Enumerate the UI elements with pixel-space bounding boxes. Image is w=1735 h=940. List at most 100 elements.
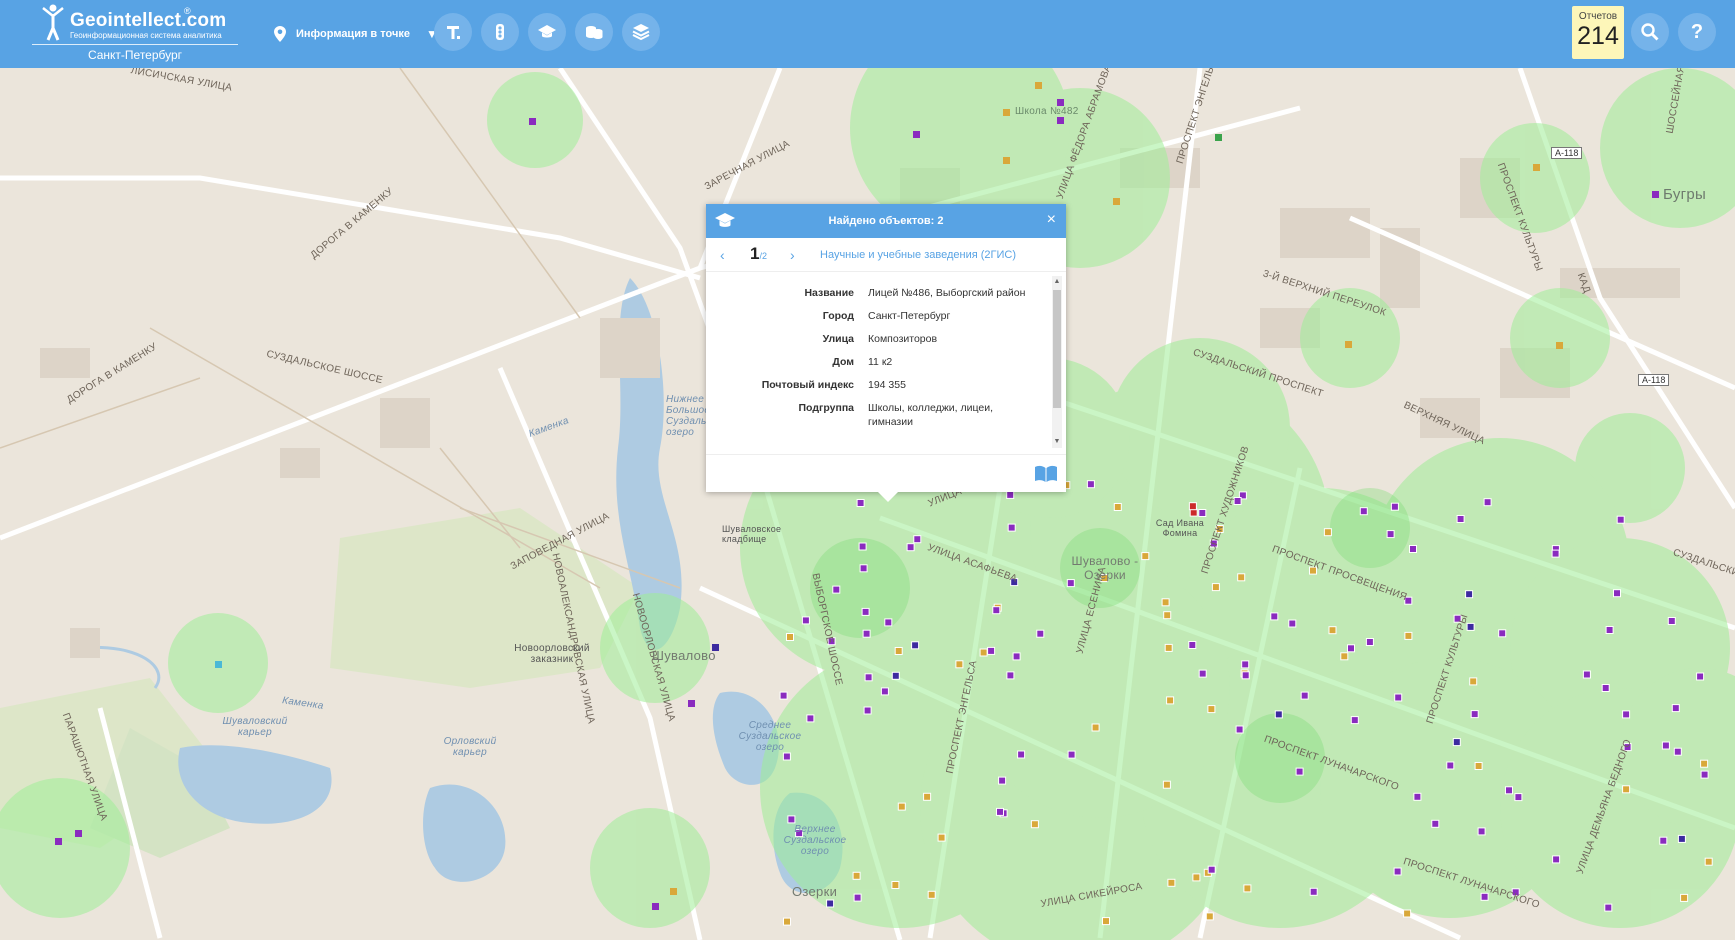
poi-marker[interactable] [786,633,794,641]
reports-counter[interactable]: Отчетов 214 [1572,6,1624,59]
poi-marker[interactable] [894,647,903,655]
poi-marker[interactable] [1091,723,1100,732]
poi-marker[interactable] [1198,669,1207,678]
poi-marker[interactable] [1274,710,1283,719]
poi-marker[interactable] [1622,710,1631,719]
poi-marker[interactable] [1233,497,1242,505]
poi-marker[interactable] [1452,738,1461,747]
poi-marker[interactable] [1514,793,1523,802]
poi-marker[interactable] [1700,770,1709,779]
poi-marker[interactable] [806,714,815,723]
poi-marker[interactable] [1347,644,1355,653]
traffic-button[interactable] [481,13,519,51]
text-tool-button[interactable] [434,13,472,51]
poi-marker[interactable] [1198,509,1207,517]
poi-marker[interactable] [1237,573,1246,582]
poi-marker[interactable] [862,629,871,638]
poi-marker[interactable] [1340,652,1349,661]
poi-marker[interactable] [1295,767,1304,776]
poi-marker[interactable] [927,890,936,899]
poi-marker[interactable] [1288,619,1297,628]
poi-marker[interactable] [1498,629,1507,638]
poi-marker[interactable] [1659,836,1668,845]
poi-marker[interactable] [832,585,841,594]
help-button[interactable]: ? [1678,13,1716,51]
poi-marker[interactable] [779,691,788,700]
poi-marker[interactable] [913,535,922,544]
poi-marker[interactable] [1446,761,1455,770]
city-name[interactable]: Санкт-Петербург [32,48,238,62]
poi-marker[interactable] [1328,626,1337,635]
poi-marker[interactable] [1601,684,1610,692]
poi-marker[interactable] [1431,819,1440,828]
map-canvas[interactable]: Лисичская улица Заречная улица Дорога в … [0,68,1735,940]
poi-marker[interactable] [1167,878,1176,887]
poi-marker[interactable] [1161,598,1170,607]
poi-marker[interactable] [1006,490,1015,499]
poi-marker[interactable] [1605,626,1614,634]
poi-marker[interactable] [1036,629,1045,638]
poi-marker[interactable] [1673,747,1682,756]
poi-marker[interactable] [1661,741,1670,750]
popup-scrollbar[interactable]: ▲ ▼ [1052,276,1062,448]
poi-marker[interactable] [987,646,996,655]
poi-marker[interactable] [1552,855,1561,864]
poi-marker[interactable] [1166,696,1175,705]
poi-marker[interactable] [1582,670,1591,679]
poi-marker[interactable] [1188,502,1197,511]
poi-marker[interactable] [1188,641,1197,649]
finance-button[interactable] [575,13,613,51]
poi-marker[interactable] [955,660,964,669]
poi-marker[interactable] [992,606,1001,615]
poi-marker[interactable] [783,917,791,926]
poi-marker[interactable] [1086,480,1095,489]
poi-marker[interactable] [1386,530,1395,539]
poi-marker[interactable] [801,616,810,625]
poi-marker[interactable] [891,671,900,680]
poi-marker[interactable] [787,815,796,824]
scroll-down-icon[interactable]: ▼ [1052,436,1062,448]
poi-marker[interactable] [1207,705,1216,714]
poi-marker[interactable] [863,706,872,715]
poi-marker[interactable] [979,648,988,657]
poi-marker[interactable] [1696,672,1705,681]
poi-marker[interactable] [1613,589,1621,598]
poi-marker[interactable] [884,618,893,627]
layer-link[interactable]: Научные и учебные заведения (2ГИС) [820,249,1016,261]
poi-marker[interactable] [1700,759,1709,768]
poi-marker[interactable] [852,871,861,880]
poi-marker[interactable] [1409,545,1417,553]
scroll-thumb[interactable] [1053,290,1061,408]
poi-marker[interactable] [1465,590,1474,599]
poi-marker[interactable] [853,893,862,902]
poi-marker[interactable] [1616,515,1625,524]
poi-marker[interactable] [1505,786,1513,795]
poi-marker[interactable] [1270,612,1279,621]
poi-marker[interactable] [1017,750,1026,759]
poi-marker[interactable] [1241,671,1250,680]
poi-marker[interactable] [1113,503,1122,511]
education-button[interactable] [528,13,566,51]
poi-marker[interactable] [1394,693,1403,702]
poi-marker[interactable] [1350,716,1359,725]
poi-marker[interactable] [859,564,868,573]
poi-marker[interactable] [1205,912,1214,921]
poi-marker[interactable] [1403,909,1412,918]
poi-marker[interactable] [1243,884,1252,893]
mode-selector[interactable]: Информация в точке ▼ [274,22,438,46]
poi-marker[interactable] [1413,792,1422,801]
chevron-right-icon[interactable]: › [790,247,795,263]
poi-marker[interactable] [1030,820,1039,829]
poi-marker[interactable] [880,687,889,696]
poi-marker[interactable] [1102,917,1110,926]
poi-marker[interactable] [1164,643,1173,652]
close-icon[interactable]: × [1047,211,1056,229]
poi-marker[interactable] [1067,750,1076,759]
poi-marker[interactable] [1671,704,1680,713]
poi-marker[interactable] [1006,671,1015,680]
poi-marker[interactable] [897,802,906,811]
chevron-left-icon[interactable]: ‹ [720,247,725,263]
poi-marker[interactable] [1474,762,1483,770]
poi-marker[interactable] [1309,887,1318,896]
poi-marker[interactable] [856,499,865,507]
